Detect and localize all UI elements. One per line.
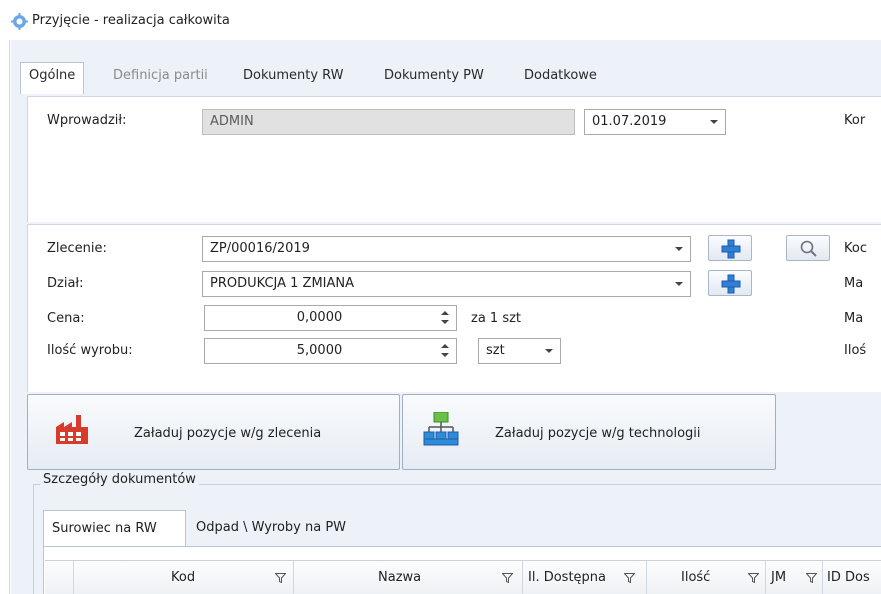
tab-rw-documents[interactable]: Dokumenty RW [243, 64, 344, 93]
plus-icon [721, 274, 741, 294]
filter-icon[interactable] [748, 573, 759, 583]
price-spinner[interactable]: 0,0000 [204, 305, 457, 331]
column-header-code[interactable]: Kod [74, 561, 294, 594]
cut-off-label: Ma [844, 311, 864, 326]
gear-icon [11, 13, 28, 30]
column-header-available-qty[interactable]: Il. Dostępna [523, 561, 647, 594]
chevron-down-icon[interactable] [666, 272, 690, 296]
documents-grid: Kod Nazwa Il. Dostępna Ilość JM ID Dos [43, 546, 881, 594]
column-header-id[interactable]: ID Dos [823, 561, 881, 594]
plus-icon [721, 239, 741, 259]
magnifier-icon [800, 240, 817, 257]
documents-group-title: Szczegóły dokumentów [40, 472, 199, 487]
cut-off-label: Ma [844, 276, 864, 291]
load-by-technology-button[interactable]: Załaduj pozycje w/g technologii [402, 394, 776, 470]
column-header-unit[interactable]: JM [766, 561, 823, 594]
details-panel: Zlecenie: ZP/00016/2019 Koc Dział: PRODU… [27, 224, 881, 392]
search-order-button[interactable] [786, 235, 830, 261]
order-value: ZP/00016/2019 [210, 241, 310, 256]
hierarchy-icon [423, 412, 459, 446]
window-title: Przyjęcie - realizacja całkowita [32, 13, 230, 28]
load-by-order-button[interactable]: Załaduj pozycje w/g zlecenia [27, 394, 400, 470]
department-label: Dział: [47, 276, 84, 291]
department-value: PRODUKCJA 1 ZMIANA [210, 276, 355, 291]
chevron-down-icon[interactable] [536, 339, 560, 363]
grid-header: Kod Nazwa Il. Dostępna Ilość JM ID Dos [45, 560, 881, 594]
quantity-value: 5,0000 [296, 343, 343, 358]
subtab-raw-material-rw[interactable]: Surowiec na RW [43, 510, 186, 546]
column-header-name[interactable]: Nazwa [294, 561, 523, 594]
window-edge [0, 40, 11, 594]
filter-icon[interactable] [275, 573, 286, 583]
entered-by-field: ADMIN [202, 109, 575, 135]
tab-batch-definition[interactable]: Definicja partii [113, 64, 208, 93]
column-header-quantity[interactable]: Ilość [647, 561, 766, 594]
spinner-arrows-icon[interactable] [434, 339, 456, 363]
chevron-down-icon[interactable] [666, 237, 690, 261]
price-value: 0,0000 [296, 310, 343, 325]
row-indicator-column [45, 561, 74, 594]
filter-icon[interactable] [502, 573, 513, 583]
order-label: Zlecenie: [47, 241, 107, 256]
quantity-label: Ilość wyrobu: [47, 343, 133, 358]
date-value: 01.07.2019 [592, 114, 667, 129]
add-order-button[interactable] [708, 235, 752, 261]
price-unit-text: za 1 szt [471, 311, 522, 326]
date-picker[interactable]: 01.07.2019 [584, 109, 726, 135]
add-department-button[interactable] [708, 270, 752, 296]
header-panel: Wprowadził: ADMIN 01.07.2019 Kor [27, 96, 881, 222]
cut-off-label: Koc [844, 241, 867, 256]
cut-off-label: Kor [844, 113, 866, 128]
order-select[interactable]: ZP/00016/2019 [202, 236, 691, 262]
factory-icon [56, 415, 88, 444]
tab-general[interactable]: Ogólne [20, 62, 85, 94]
unit-select[interactable]: szt [478, 338, 561, 364]
filter-icon[interactable] [806, 573, 817, 583]
unit-value: szt [486, 343, 505, 358]
tab-strip: Ogólne Definicja partii Dokumenty RW Dok… [11, 40, 881, 96]
window-titlebar: Przyjęcie - realizacja całkowita [0, 0, 881, 40]
filter-icon[interactable] [624, 573, 635, 583]
chevron-down-icon[interactable] [701, 110, 725, 134]
tab-additional[interactable]: Dodatkowe [524, 64, 597, 93]
subtab-waste-products-pw[interactable]: Odpad \ Wyroby na PW [196, 510, 346, 546]
tab-pw-documents[interactable]: Dokumenty PW [384, 64, 484, 93]
load-by-order-label: Załaduj pozycje w/g zlecenia [134, 426, 322, 441]
spinner-arrows-icon[interactable] [434, 306, 456, 330]
price-label: Cena: [47, 311, 85, 326]
load-by-technology-label: Załaduj pozycje w/g technologii [495, 426, 701, 441]
entered-by-label: Wprowadził: [47, 113, 127, 128]
department-select[interactable]: PRODUKCJA 1 ZMIANA [202, 271, 691, 297]
quantity-spinner[interactable]: 5,0000 [204, 338, 457, 364]
cut-off-label: Iloś [844, 343, 867, 358]
form-body: Ogólne Definicja partii Dokumenty RW Dok… [11, 40, 881, 594]
